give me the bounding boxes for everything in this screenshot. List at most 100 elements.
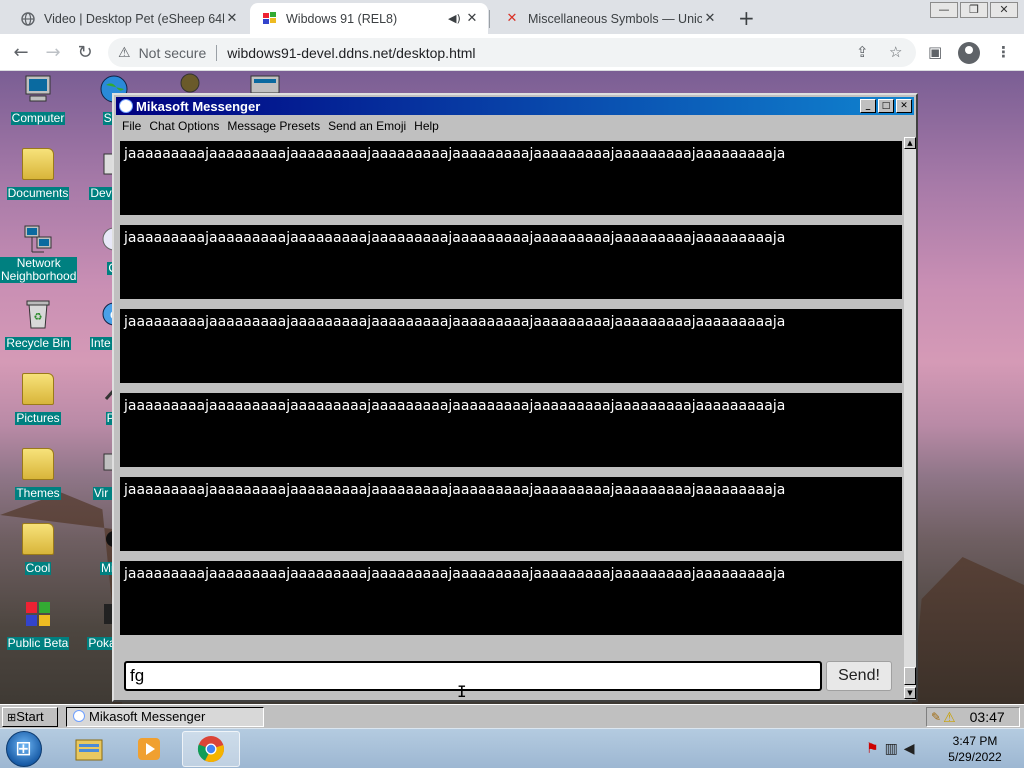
messenger-icon: [119, 99, 133, 113]
close-icon[interactable]: ✕: [990, 2, 1018, 18]
security-label: Not secure: [138, 44, 207, 61]
profile-avatar-icon[interactable]: [958, 42, 980, 64]
menu-message-presets[interactable]: Message Presets: [223, 117, 324, 135]
public-beta-icon: [22, 598, 54, 630]
chat-message: jaaaaaaaaajaaaaaaaaajaaaaaaaaajaaaaaaaaa…: [120, 225, 902, 299]
file-explorer-icon[interactable]: [60, 731, 118, 767]
close-tab-icon[interactable]: ✕: [224, 11, 240, 26]
tab-title: Video | Desktop Pet (eSheep 64b: [44, 11, 224, 26]
side-panel-icon[interactable]: ▣: [928, 43, 942, 61]
wibdows-icon: [262, 11, 278, 27]
browser-tabstrip: Video | Desktop Pet (eSheep 64b ✕ Wibdow…: [0, 0, 1024, 34]
address-bar[interactable]: ⚠ Not secure wibdows91-devel.ddns.net/de…: [108, 38, 916, 67]
icon-label: Documents: [6, 186, 70, 200]
scrollbar-thumb[interactable]: [904, 667, 916, 685]
wibdows-logo-icon: ⊞: [7, 712, 17, 724]
chat-message: jaaaaaaaaajaaaaaaaaajaaaaaaaaajaaaaaaaaa…: [120, 141, 902, 215]
folder-icon: [22, 148, 54, 180]
desktop-icon-recycle-bin[interactable]: ♻ Recycle Bin: [0, 298, 76, 351]
icon-label: Pictures: [15, 411, 61, 425]
host-taskbar: ⚑▥◀ 3:47 PM 5/29/2022: [0, 728, 1024, 768]
tab-separator: [489, 10, 490, 28]
menu-kebab-icon[interactable]: ⋮: [996, 43, 1011, 61]
wibdows-taskbar: ⊞Start Mikasoft Messenger ✎ ⚠ 03:47: [0, 704, 1024, 728]
chrome-icon[interactable]: [182, 731, 240, 767]
new-tab-icon[interactable]: +: [738, 6, 755, 30]
close-icon[interactable]: ✕: [896, 99, 912, 113]
maximize-icon[interactable]: □: [878, 99, 894, 113]
icon-label: Network Neighborhood: [0, 256, 78, 283]
share-icon[interactable]: ⇪: [856, 43, 869, 61]
tab-title: Wibdows 91 (REL8): [286, 11, 398, 26]
desktop-icon-documents[interactable]: Documents: [0, 148, 76, 201]
minimize-icon[interactable]: —: [930, 2, 958, 18]
clock-date: 5/29/2022: [948, 750, 1002, 764]
tab-title: Miscellaneous Symbols — Unico: [528, 11, 702, 26]
message-compose-row: fg Send!: [124, 661, 904, 693]
action-center-icon[interactable]: ⚑: [866, 741, 885, 757]
desktop-icon-pictures[interactable]: Pictures: [0, 373, 76, 426]
minimize-icon[interactable]: _: [860, 99, 876, 113]
network-icon[interactable]: ▥: [885, 741, 904, 757]
host-clock[interactable]: 3:47 PM 5/29/2022: [944, 733, 1006, 765]
wrench-icon[interactable]: ✎: [931, 710, 941, 724]
url-text: wibdows91-devel.ddns.net/desktop.html: [227, 44, 476, 61]
icon-label: Computer: [10, 111, 66, 125]
window-title: Mikasoft Messenger: [136, 98, 261, 114]
app-icon[interactable]: [176, 71, 204, 93]
svg-text:♻: ♻: [34, 312, 43, 323]
icon-label: Cool: [24, 561, 52, 575]
volume-icon[interactable]: ◀: [904, 741, 921, 757]
desktop-icon-computer[interactable]: Computer: [0, 73, 76, 126]
browser-toolbar: ← → ↻ ⚠ Not secure wibdows91-devel.ddns.…: [0, 34, 1024, 71]
system-tray: ✎ ⚠ 03:47: [926, 707, 1020, 727]
scroll-down-icon[interactable]: ▼: [904, 687, 916, 699]
window-controls: — ❐ ✕: [930, 2, 1018, 18]
messenger-titlebar[interactable]: Mikasoft Messenger _ □ ✕: [116, 97, 914, 115]
start-label: Start: [16, 709, 44, 724]
tab-video[interactable]: Video | Desktop Pet (eSheep 64b ✕: [8, 3, 248, 34]
icon-label: Themes: [15, 486, 61, 500]
menu-file[interactable]: File: [118, 117, 145, 135]
back-icon[interactable]: ←: [10, 42, 32, 63]
calculator-icon[interactable]: [250, 75, 280, 94]
forward-icon[interactable]: →: [42, 42, 64, 63]
desktop-icon-public-beta[interactable]: Public Beta: [0, 598, 76, 651]
messenger-window: Mikasoft Messenger _ □ ✕ File Chat Optio…: [112, 93, 918, 702]
messenger-icon: [73, 710, 85, 722]
send-button[interactable]: Send!: [826, 661, 892, 691]
host-tray-icons: ⚑▥◀: [866, 741, 921, 757]
media-player-icon[interactable]: [120, 731, 178, 767]
reload-icon[interactable]: ↻: [74, 42, 96, 63]
start-button[interactable]: ⊞Start: [2, 707, 58, 727]
tab-unicode[interactable]: ✕ Miscellaneous Symbols — Unico ✕: [492, 3, 726, 34]
close-tab-icon[interactable]: ✕: [702, 11, 718, 26]
bookmark-star-icon[interactable]: ☆: [889, 43, 902, 61]
computer-icon: [22, 73, 54, 105]
chat-message: jaaaaaaaaajaaaaaaaaajaaaaaaaaajaaaaaaaaa…: [120, 309, 902, 383]
message-input[interactable]: fg: [124, 661, 822, 691]
speaker-icon[interactable]: ◀): [448, 12, 464, 25]
warning-icon[interactable]: ⚠: [118, 44, 131, 61]
globe-icon: [20, 11, 36, 27]
folder-icon: [22, 373, 54, 405]
unicode-icon: ✕: [506, 11, 518, 26]
chat-history[interactable]: jaaaaaaaaajaaaaaaaaajaaaaaaaaajaaaaaaaaa…: [116, 137, 904, 639]
windows-start-icon[interactable]: [6, 731, 42, 767]
taskbar-item-messenger[interactable]: Mikasoft Messenger: [66, 707, 264, 727]
chat-scrollbar[interactable]: ▲ ▼: [904, 137, 916, 699]
tab-wibdows[interactable]: Wibdows 91 (REL8) ◀) ✕: [250, 3, 488, 34]
chat-message: jaaaaaaaaajaaaaaaaaajaaaaaaaaajaaaaaaaaa…: [120, 561, 902, 635]
network-icon: [22, 223, 54, 255]
scroll-up-icon[interactable]: ▲: [904, 137, 916, 149]
chat-message: jaaaaaaaaajaaaaaaaaajaaaaaaaaajaaaaaaaaa…: [120, 393, 902, 467]
desktop-icon-themes[interactable]: Themes: [0, 448, 76, 501]
desktop-icon-cool[interactable]: Cool: [0, 523, 76, 576]
menu-send-emoji[interactable]: Send an Emoji: [324, 117, 410, 135]
desktop-icon-network[interactable]: Network Neighborhood: [0, 223, 78, 284]
close-tab-icon[interactable]: ✕: [464, 11, 480, 26]
warning-icon[interactable]: ⚠: [943, 709, 956, 726]
restore-icon[interactable]: ❐: [960, 2, 988, 18]
menu-help[interactable]: Help: [410, 117, 443, 135]
menu-chat-options[interactable]: Chat Options: [145, 117, 223, 135]
